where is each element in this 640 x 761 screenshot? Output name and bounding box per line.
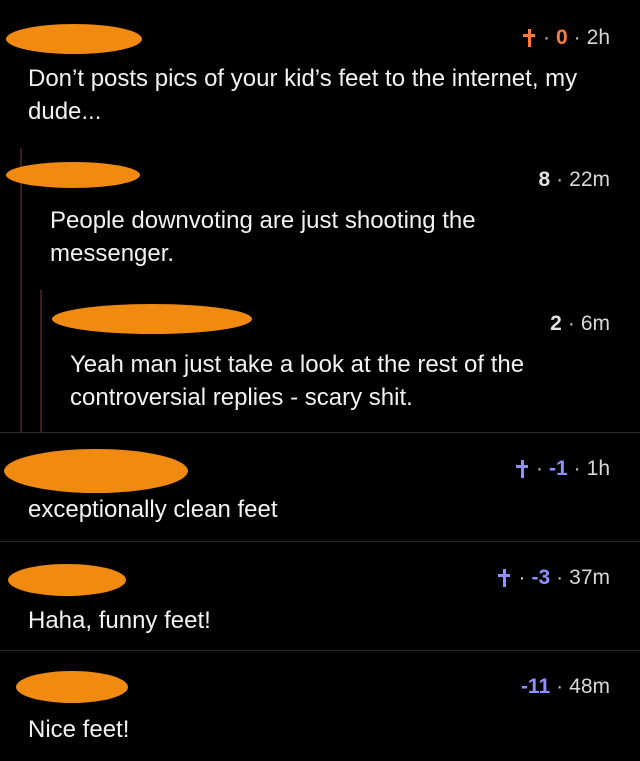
comment-meta: · 0 · 2h: [522, 26, 610, 50]
comment-meta: · -1 · 1h: [515, 457, 610, 481]
comment-4[interactable]: · -1 · 1h exceptionally clean feet: [0, 433, 640, 541]
thread-line: [40, 290, 42, 432]
separator: ·: [518, 566, 526, 589]
comment-score: 0: [555, 26, 568, 49]
separator: ·: [573, 457, 581, 480]
comment-text: Nice feet!: [28, 716, 130, 743]
comment-6[interactable]: -11 · 48m Nice feet!: [0, 651, 640, 761]
comment-meta: 2 · 6m: [550, 312, 610, 336]
comment-text: Yeah man just take a look at the rest of…: [70, 351, 525, 411]
separator: ·: [542, 26, 550, 49]
comment-5[interactable]: · -3 · 37m Haha, funny feet!: [0, 542, 640, 650]
redacted-username: [6, 24, 142, 54]
redacted-username: [52, 304, 252, 334]
comment-time: 37m: [569, 566, 610, 589]
comment-text: Don’t posts pics of your kid’s feet to t…: [28, 65, 578, 125]
separator: ·: [556, 168, 564, 191]
comment-score: 8: [538, 168, 551, 191]
comment-text: People downvoting are just shooting the …: [50, 207, 476, 267]
cross-icon: [515, 460, 528, 478]
cross-icon: [498, 569, 511, 587]
comment-time: 2h: [586, 26, 610, 49]
redacted-username: [4, 449, 188, 493]
redacted-username: [8, 564, 126, 596]
comment-1[interactable]: · 0 · 2h Don’t posts pics of your kid’s …: [0, 0, 640, 140]
comment-meta: -11 · 48m: [521, 675, 610, 699]
thread-line: [20, 290, 22, 432]
separator: ·: [535, 457, 543, 480]
comment-score: -1: [548, 457, 568, 480]
comment-time: 48m: [569, 675, 610, 698]
comment-text: Haha, funny feet!: [28, 607, 211, 634]
comment-score: -11: [520, 675, 551, 698]
comment-time: 1h: [586, 457, 610, 480]
comment-time: 22m: [569, 168, 610, 191]
comment-text: exceptionally clean feet: [28, 496, 278, 523]
comment-score: 2: [550, 312, 562, 335]
separator: ·: [573, 26, 581, 49]
separator: ·: [567, 312, 575, 335]
cross-icon: [522, 29, 535, 47]
comment-2[interactable]: 8 · 22m People downvoting are just shoot…: [0, 140, 640, 298]
separator: ·: [556, 566, 564, 589]
comment-time: 6m: [580, 312, 610, 335]
redacted-username: [6, 162, 140, 188]
comment-score: -3: [531, 566, 551, 589]
redacted-username: [16, 671, 128, 703]
comment-meta: · -3 · 37m: [498, 566, 610, 590]
comment-3[interactable]: 2 · 6m Yeah man just take a look at the …: [0, 290, 640, 432]
separator: ·: [556, 675, 564, 698]
comment-meta: 8 · 22m: [538, 168, 610, 192]
